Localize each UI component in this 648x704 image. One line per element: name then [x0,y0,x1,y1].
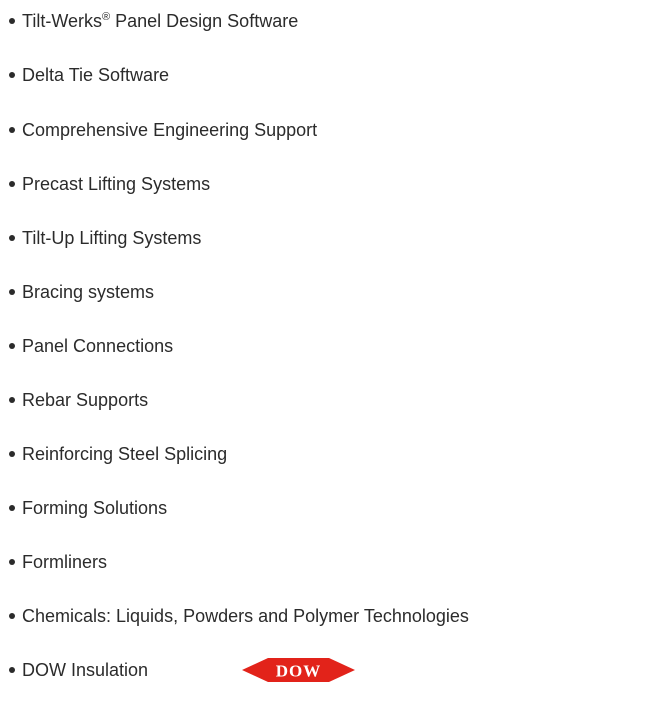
bullet-icon [9,181,15,187]
dow-logo-text: DOW [276,662,322,681]
list-item-label: DOW Insulation [22,660,149,680]
bullet-icon [9,505,15,511]
list-item-label: Panel Connections [22,336,174,356]
list-item-label: Bracing systems [22,282,155,302]
list-item-label: Delta Tie Software [22,65,170,85]
bullet-icon [9,127,15,133]
list-item-label: Precast Lifting Systems [22,174,211,194]
list-item-label: Tilt-Up Lifting Systems [22,228,202,248]
list-item-label: Comprehensive Engineering Support [22,120,318,140]
list-item-label: Rebar Supports [22,390,149,410]
bullet-icon [9,18,15,24]
list-item-label: Chemicals: Liquids, Powders and Polymer … [22,606,469,626]
dow-logo-icon: DOW [242,658,355,682]
list-item-label: Forming Solutions [22,498,168,518]
bullet-icon [9,559,15,565]
list-item-label: Formliners [22,552,108,572]
bullet-icon [9,613,15,619]
list-item-label: Reinforcing Steel Splicing [22,444,228,464]
bullet-icon [9,235,15,241]
bullet-icon [9,451,15,457]
bullet-icon [9,343,15,349]
bullet-icon [9,289,15,295]
bullet-icon [9,667,15,673]
bullet-icon [9,72,15,78]
bullet-icon [9,397,15,403]
list-item-label: Tilt-Werks® Panel Design Software [22,11,299,31]
